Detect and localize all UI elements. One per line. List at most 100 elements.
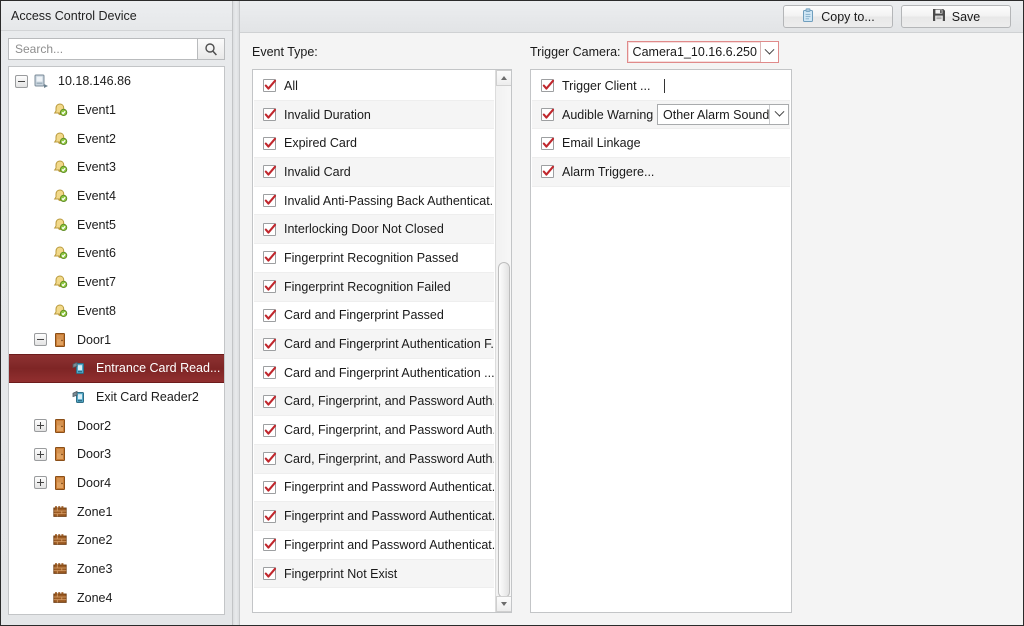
bell-icon bbox=[52, 274, 68, 290]
checkbox[interactable] bbox=[263, 222, 277, 236]
checkbox[interactable] bbox=[263, 136, 277, 150]
event-type-row[interactable]: Card, Fingerprint, and Password Auth... bbox=[254, 387, 494, 417]
checkbox[interactable] bbox=[263, 394, 277, 408]
zone-icon bbox=[52, 561, 68, 577]
tree-item[interactable]: Event5 bbox=[9, 210, 224, 239]
linkage-label: Alarm Triggere... bbox=[562, 164, 655, 179]
copy-to-button[interactable]: Copy to... bbox=[783, 5, 893, 28]
event-type-row[interactable]: Fingerprint Recognition Failed bbox=[254, 272, 494, 302]
checkbox[interactable] bbox=[263, 280, 277, 294]
tree-item[interactable]: Event3 bbox=[9, 153, 224, 182]
tree-item-label: Event7 bbox=[77, 275, 116, 290]
checkbox[interactable] bbox=[263, 480, 277, 494]
checkbox[interactable] bbox=[541, 79, 555, 93]
checkbox[interactable] bbox=[263, 366, 277, 380]
linkage-listbox[interactable]: Trigger Client ... Audible Warning Other A… bbox=[530, 69, 792, 613]
tree-item[interactable]: Zone4 bbox=[9, 583, 224, 612]
checkbox[interactable] bbox=[263, 79, 277, 93]
checkbox[interactable] bbox=[263, 567, 277, 581]
tree-item-label: Door4 bbox=[77, 475, 112, 490]
expand-icon[interactable] bbox=[34, 476, 47, 490]
tree-item[interactable]: Door4 bbox=[9, 469, 224, 498]
event-type-label: Fingerprint and Password Authenticat... bbox=[284, 480, 494, 495]
checkbox[interactable] bbox=[263, 194, 277, 208]
expand-icon[interactable] bbox=[34, 447, 47, 461]
event-type-row[interactable]: Fingerprint and Password Authenticat... bbox=[254, 502, 494, 531]
linkage-row[interactable]: Audible Warning Other Alarm Sound bbox=[532, 100, 790, 130]
tree-item[interactable]: Event7 bbox=[9, 268, 224, 297]
event-type-row[interactable]: Card, Fingerprint, and Password Auth... bbox=[254, 444, 494, 474]
event-type-row[interactable]: Fingerprint and Password Authenticat... bbox=[254, 531, 494, 560]
event-type-row[interactable]: Card and Fingerprint Passed bbox=[254, 301, 494, 331]
tree-item[interactable]: Zone2 bbox=[9, 526, 224, 555]
checkbox[interactable] bbox=[541, 108, 555, 122]
event-type-row[interactable]: Fingerprint Recognition Passed bbox=[254, 244, 494, 273]
scroll-up-icon[interactable] bbox=[496, 70, 511, 86]
panel-title: Access Control Device bbox=[1, 1, 232, 31]
event-type-row[interactable]: Invalid Anti-Passing Back Authenticat... bbox=[254, 186, 494, 216]
scroll-down-icon[interactable] bbox=[496, 596, 511, 612]
event-type-label: Interlocking Door Not Closed bbox=[284, 222, 444, 237]
event-type-row[interactable]: All bbox=[254, 72, 494, 101]
toolbar: Copy to... Save bbox=[240, 1, 1023, 33]
checkbox[interactable] bbox=[263, 538, 277, 552]
event-type-row[interactable]: Fingerprint Not Exist bbox=[254, 559, 494, 589]
event-type-row[interactable]: Invalid Duration bbox=[254, 100, 494, 130]
bell-icon bbox=[52, 245, 68, 261]
event-type-label: Fingerprint Not Exist bbox=[284, 566, 398, 581]
event-type-row[interactable]: Fingerprint and Password Authenticat... bbox=[254, 473, 494, 503]
device-tree[interactable]: 10.18.146.86 Event1 Event2 Event3 Event4 Even… bbox=[8, 66, 225, 615]
linkage-row[interactable]: Email Linkage bbox=[532, 129, 790, 159]
tree-item[interactable]: Event8 bbox=[9, 297, 224, 326]
tree-item[interactable]: Door1 bbox=[9, 325, 224, 354]
checkbox[interactable] bbox=[541, 165, 555, 179]
search-icon[interactable] bbox=[197, 38, 225, 60]
tree-item[interactable]: Exit Card Reader2 bbox=[9, 383, 224, 412]
tree-item[interactable]: Event6 bbox=[9, 239, 224, 268]
event-type-row[interactable]: Card and Fingerprint Authentication F... bbox=[254, 330, 494, 359]
checkbox[interactable] bbox=[263, 452, 277, 466]
linkage-row[interactable]: Trigger Client ... bbox=[532, 72, 790, 101]
tree-item[interactable]: Event1 bbox=[9, 96, 224, 125]
tree-item-selected[interactable]: Entrance Card Read... bbox=[9, 353, 224, 383]
event-type-row[interactable]: Invalid Card bbox=[254, 158, 494, 187]
tree-item[interactable]: Event4 bbox=[9, 182, 224, 211]
tree-item[interactable]: Door3 bbox=[9, 440, 224, 469]
checkbox[interactable] bbox=[263, 423, 277, 437]
tree-item[interactable]: 10.18.146.86 bbox=[9, 67, 224, 96]
tree-item[interactable]: Zone3 bbox=[9, 555, 224, 584]
zone-icon bbox=[52, 590, 68, 606]
copy-to-label: Copy to... bbox=[821, 9, 875, 24]
event-type-listbox[interactable]: All Invalid Duration Expired Card Invalid C… bbox=[252, 69, 512, 613]
tree-item[interactable]: Event2 bbox=[9, 124, 224, 153]
checkbox[interactable] bbox=[263, 509, 277, 523]
linkage-row[interactable]: Alarm Triggere... bbox=[532, 158, 790, 187]
checkbox[interactable] bbox=[263, 108, 277, 122]
event-type-row[interactable]: Card and Fingerprint Authentication ... bbox=[254, 358, 494, 388]
chevron-down-icon[interactable] bbox=[769, 105, 788, 125]
tree-item[interactable]: Zone1 bbox=[9, 497, 224, 526]
collapse-icon[interactable] bbox=[34, 333, 47, 347]
scrollbar-thumb[interactable] bbox=[498, 262, 510, 599]
event-type-row[interactable]: Expired Card bbox=[254, 129, 494, 159]
expand-icon[interactable] bbox=[34, 419, 47, 433]
checkbox[interactable] bbox=[263, 251, 277, 265]
checkbox[interactable] bbox=[541, 136, 555, 150]
save-button[interactable]: Save bbox=[901, 5, 1011, 28]
event-type-label: Fingerprint and Password Authenticat... bbox=[284, 509, 494, 524]
alarm-sound-select[interactable]: Other Alarm Sound bbox=[657, 104, 789, 126]
checkbox[interactable] bbox=[263, 337, 277, 351]
search-input[interactable] bbox=[8, 38, 197, 60]
tree-item[interactable]: Door2 bbox=[9, 411, 224, 440]
event-list-scrollbar[interactable] bbox=[495, 70, 511, 612]
checkbox[interactable] bbox=[263, 308, 277, 322]
trigger-camera-select[interactable]: Camera1_10.16.6.250 bbox=[626, 41, 779, 63]
chevron-down-icon[interactable] bbox=[759, 42, 778, 62]
panel-splitter[interactable] bbox=[233, 1, 240, 625]
tree-item-label: Zone4 bbox=[77, 590, 113, 605]
checkbox[interactable] bbox=[263, 165, 277, 179]
tree-item-label: Zone1 bbox=[77, 504, 113, 519]
event-type-row[interactable]: Interlocking Door Not Closed bbox=[254, 215, 494, 245]
event-type-row[interactable]: Card, Fingerprint, and Password Auth... bbox=[254, 416, 494, 445]
collapse-icon[interactable] bbox=[15, 74, 28, 88]
